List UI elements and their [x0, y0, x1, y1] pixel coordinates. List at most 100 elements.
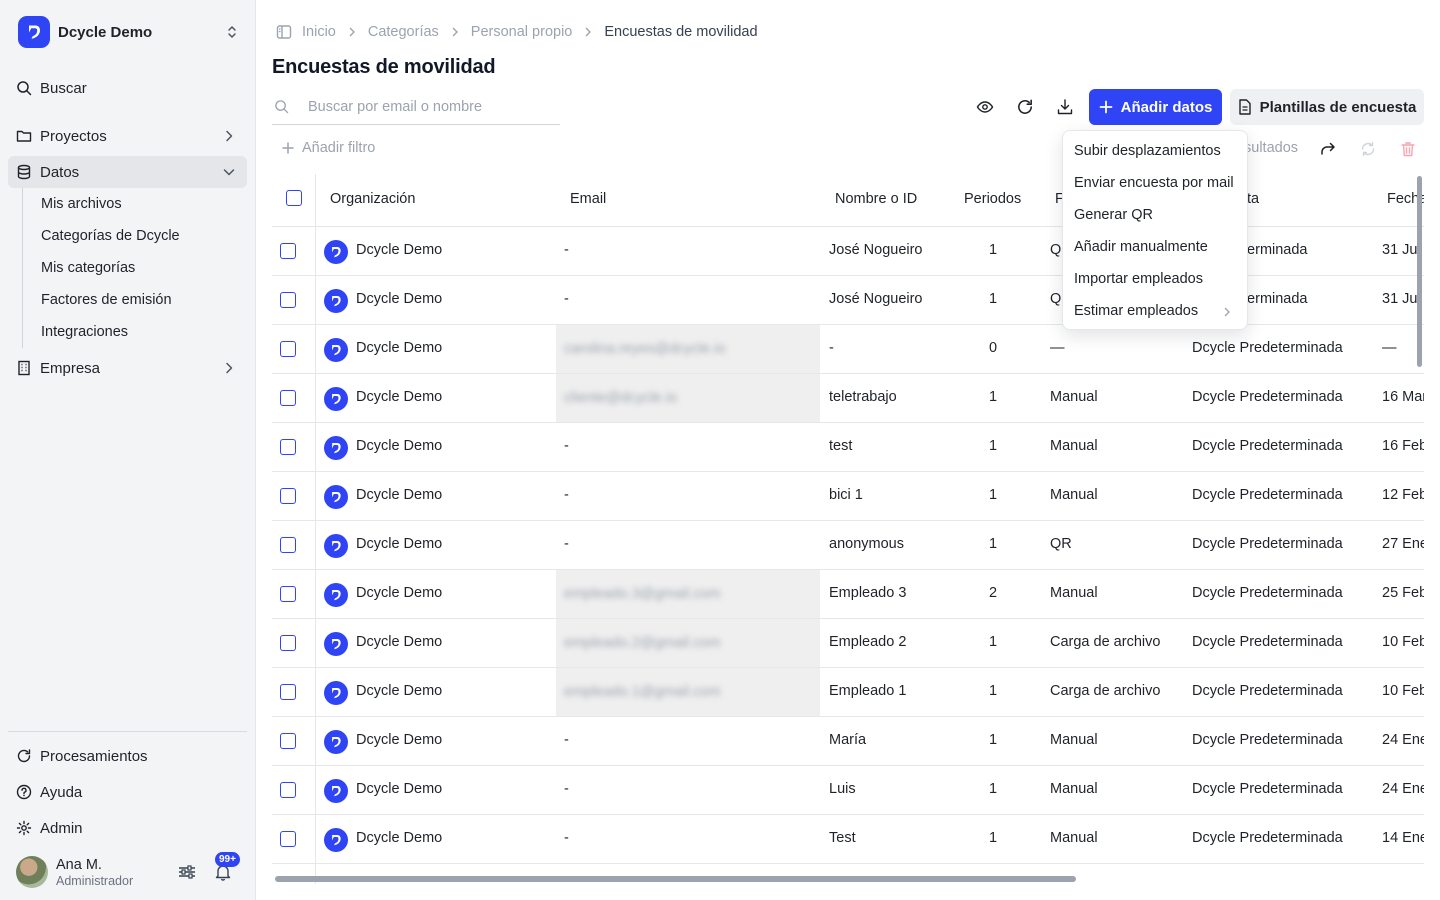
row-checkbox[interactable] [280, 831, 296, 847]
subnav-rail [22, 188, 23, 348]
breadcrumb-personal-propio[interactable]: Personal propio [471, 24, 573, 40]
cell-periods: 1 [989, 683, 998, 699]
cell-email: - [564, 487, 569, 503]
table-row[interactable]: Dcycle Demo - bici 1 1 Manual Dcycle Predeter… [272, 472, 1424, 521]
cell-name: bici 1 [829, 487, 863, 503]
table-row[interactable]: Dcycle Demo cliente@dcycle.io teletrabajo 1… [272, 374, 1424, 423]
menu-item-enviar-encuesta[interactable]: Enviar encuesta por mail [1063, 167, 1247, 199]
menu-item-generar-qr[interactable]: Generar QR [1063, 199, 1247, 231]
settings-sliders-icon[interactable] [178, 864, 196, 880]
select-all-checkbox[interactable] [286, 190, 302, 206]
table-row[interactable]: Dcycle Demo - José Nogueiro 1 Qredeterminada… [272, 227, 1424, 276]
cell-date: 12 Feb [1382, 487, 1424, 503]
column-header-periodos[interactable]: Periodos [964, 191, 1021, 207]
menu-item-estimar-empleados[interactable]: Estimar empleados [1063, 295, 1247, 327]
cell-date: 14 Ene [1382, 830, 1424, 846]
vertical-scrollbar[interactable] [1417, 176, 1422, 367]
cell-template: Dcycle Predeterminada [1192, 634, 1343, 650]
eye-icon[interactable] [971, 94, 999, 120]
table-row[interactable]: Dcycle Demo - Test 1 Manual Dcycle Predetermi… [272, 815, 1424, 864]
sidebar-item-search[interactable]: Buscar [8, 72, 247, 104]
cell-date: 16 Feb [1382, 438, 1424, 454]
row-checkbox[interactable] [280, 390, 296, 406]
table-row[interactable]: Dcycle Demo - test 1 Manual Dcycle Predetermi… [272, 423, 1424, 472]
table-row[interactable]: Dcycle Demo empleado.2@gmail.com Empleado … [272, 619, 1424, 668]
sync-icon[interactable] [1359, 140, 1377, 158]
cell-organization: Dcycle Demo [356, 340, 443, 356]
table-row[interactable]: Dcycle Demo carolina.reyes@dcycle.io - 0 — Dc… [272, 325, 1424, 374]
row-checkbox[interactable] [280, 537, 296, 553]
cell-template: Dcycle Predeterminada [1192, 585, 1343, 601]
add-filter-label: Añadir filtro [302, 140, 376, 156]
table-row[interactable]: Dcycle Demo empleado.1@gmail.com Empleado … [272, 668, 1424, 717]
column-header-nombre[interactable]: Nombre o ID [835, 191, 917, 207]
row-checkbox[interactable] [280, 292, 296, 308]
cell-name: Luis [829, 781, 856, 797]
column-header-organizacion[interactable]: Organización [330, 191, 415, 207]
sidebar-subitem-integraciones[interactable]: Integraciones [41, 316, 128, 348]
sidebar-item-procesamientos[interactable]: Procesamientos [8, 740, 247, 772]
cell-periods: 1 [989, 487, 998, 503]
sidebar-item-label: Admin [40, 819, 83, 837]
search-input[interactable] [308, 99, 548, 115]
cell-name: - [829, 340, 834, 356]
table-row[interactable]: Dcycle Demo - Luis 1 Manual Dcycle Predetermi… [272, 766, 1424, 815]
sidebar-item-proyectos[interactable]: Proyectos [8, 120, 247, 152]
cell-periods: 1 [989, 830, 998, 846]
search-field[interactable] [272, 90, 560, 125]
refresh-icon[interactable] [1011, 94, 1039, 120]
add-data-button[interactable]: Añadir datos [1089, 89, 1222, 125]
sidebar-subitem-mis-categorias[interactable]: Mis categorías [41, 252, 135, 284]
menu-item-importar-empleados[interactable]: Importar empleados [1063, 263, 1247, 295]
sidebar-toggle-icon[interactable] [276, 24, 292, 40]
row-checkbox[interactable] [280, 341, 296, 357]
org-switcher[interactable]: Dcycle Demo [18, 16, 242, 48]
cell-organization: Dcycle Demo [356, 585, 443, 601]
row-checkbox[interactable] [280, 439, 296, 455]
column-header-template[interactable]: ta [1247, 191, 1259, 207]
cell-name: anonymous [829, 536, 904, 552]
share-arrow-icon[interactable] [1319, 140, 1337, 158]
row-checkbox[interactable] [280, 782, 296, 798]
menu-item-subir-desplazamientos[interactable]: Subir desplazamientos [1063, 135, 1247, 167]
menu-item-anadir-manualmente[interactable]: Añadir manualmente [1063, 231, 1247, 263]
row-checkbox[interactable] [280, 733, 296, 749]
table-row[interactable]: Dcycle Demo - anonymous 1 QR Dcycle Predeterm… [272, 521, 1424, 570]
org-logo-icon [324, 436, 348, 460]
row-checkbox[interactable] [280, 488, 296, 504]
cell-email-blurred: carolina.reyes@dcycle.io [564, 341, 726, 357]
table-row[interactable]: Dcycle Demo empleado.3@gmail.com Empleado … [272, 570, 1424, 619]
row-checkbox[interactable] [280, 586, 296, 602]
breadcrumb-inicio[interactable]: Inicio [302, 24, 336, 40]
sidebar-item-label: Ayuda [40, 783, 83, 801]
sidebar-subitem-mis-archivos[interactable]: Mis archivos [41, 188, 122, 220]
horizontal-scrollbar[interactable] [275, 876, 1076, 882]
sidebar-subitem-factores-emision[interactable]: Factores de emisión [41, 284, 172, 316]
row-checkbox[interactable] [280, 243, 296, 259]
table-row[interactable]: Dcycle Demo - María 1 Manual Dcycle Predeterm… [272, 717, 1424, 766]
row-checkbox[interactable] [280, 684, 296, 700]
sidebar-item-admin[interactable]: Admin [8, 812, 247, 844]
surveys-table: Organización Email Nombre o ID Periodos … [272, 174, 1424, 884]
page-title: Encuestas de movilidad [272, 56, 496, 78]
column-header-email[interactable]: Email [570, 191, 606, 207]
cell-email-blurred: empleado.3@gmail.com [564, 586, 721, 602]
table-row[interactable]: Dcycle Demo - José Nogueiro 1 Qredeterminada… [272, 276, 1424, 325]
cell-email: - [564, 438, 569, 454]
add-filter-button[interactable]: Añadir filtro [282, 140, 375, 156]
row-checkbox[interactable] [280, 635, 296, 651]
user-profile[interactable]: Ana M. Administrador 99+ [16, 852, 246, 889]
sidebar-item-empresa[interactable]: Empresa [8, 352, 247, 384]
cell-method: Carga de archivo [1050, 634, 1161, 650]
trash-icon[interactable] [1399, 140, 1417, 158]
survey-templates-button[interactable]: Plantillas de encuesta [1230, 89, 1424, 125]
sidebar-subitem-categorias-dcycle[interactable]: Categorías de Dcycle [41, 220, 180, 252]
sidebar-item-label: Procesamientos [40, 747, 148, 765]
sidebar-item-ayuda[interactable]: Ayuda [8, 776, 247, 808]
breadcrumb-categorias[interactable]: Categorías [368, 24, 439, 40]
chevron-right-icon [451, 26, 459, 38]
cell-organization: Dcycle Demo [356, 683, 443, 699]
download-icon[interactable] [1051, 94, 1079, 120]
sidebar-item-datos[interactable]: Datos [8, 156, 247, 188]
cell-organization: Dcycle Demo [356, 487, 443, 503]
